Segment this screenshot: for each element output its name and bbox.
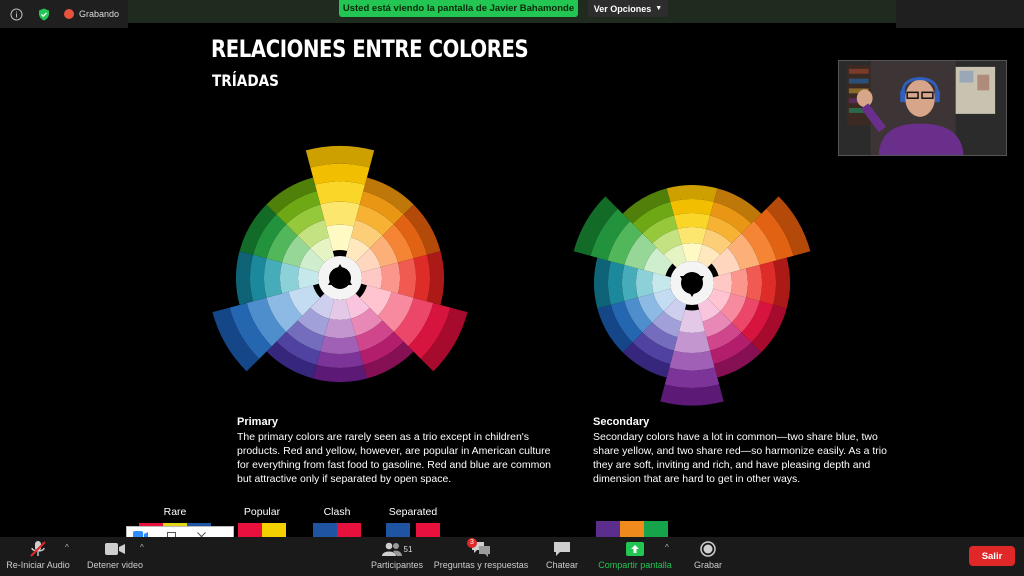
participants-icon bbox=[381, 542, 402, 556]
share-screen-label: Compartir pantalla bbox=[598, 560, 672, 570]
audio-button[interactable]: Re-Iniciar Audio bbox=[6, 540, 70, 570]
record-icon bbox=[700, 540, 716, 558]
wheel-segment bbox=[320, 201, 360, 227]
share-screen-icon bbox=[626, 540, 644, 558]
wheel-segment bbox=[746, 264, 762, 302]
swatch-label: Clash bbox=[323, 506, 351, 518]
video-camera-icon bbox=[105, 540, 125, 558]
record-label: Grabar bbox=[693, 560, 722, 570]
wheel-center-dot bbox=[329, 267, 351, 289]
swatch-secondary bbox=[594, 521, 670, 537]
qa-icon: 3 bbox=[467, 538, 491, 558]
audio-options-caret-icon[interactable]: ^ bbox=[65, 543, 69, 552]
color-chip bbox=[596, 521, 620, 537]
wheel-segment bbox=[664, 367, 720, 388]
record-dot-icon bbox=[64, 9, 74, 19]
participants-label: Participantes bbox=[370, 560, 424, 570]
video-label: Detener video bbox=[86, 560, 144, 570]
meeting-toolbar: Re-Iniciar Audio ^ Detener video ^ 51 Pa… bbox=[0, 537, 1024, 576]
chat-icon bbox=[553, 540, 571, 558]
record-button[interactable]: Grabar bbox=[690, 540, 726, 570]
swatch-popular: Popular bbox=[238, 506, 286, 539]
chat-button[interactable]: Chatear bbox=[543, 540, 581, 570]
wheel-segment bbox=[607, 261, 625, 305]
swatch-separated: Separated bbox=[380, 506, 446, 539]
recording-indicator[interactable]: Grabando bbox=[64, 9, 119, 19]
slide-subtitle: TRÍADAS bbox=[212, 71, 279, 90]
wheel-segment bbox=[279, 262, 300, 294]
audio-label: Re-Iniciar Audio bbox=[6, 560, 70, 570]
chat-label: Chatear bbox=[545, 560, 579, 570]
participant-video bbox=[839, 61, 1006, 155]
video-options-caret-icon[interactable]: ^ bbox=[140, 543, 144, 552]
primary-title: Primary bbox=[237, 416, 278, 428]
color-chip bbox=[644, 521, 668, 537]
video-button[interactable]: Detener video bbox=[84, 540, 146, 570]
wheel-center-dot bbox=[681, 272, 703, 294]
wheel-segment bbox=[759, 261, 777, 305]
wheel-segment bbox=[380, 262, 401, 294]
wheel-segment bbox=[622, 264, 638, 302]
wheel-segment bbox=[324, 318, 356, 339]
swatch-clash: Clash bbox=[313, 506, 361, 539]
wheel-segment bbox=[673, 331, 711, 353]
leave-button[interactable]: Salir bbox=[969, 546, 1015, 566]
qa-badge: 3 bbox=[467, 538, 477, 548]
screen-share-banner: Usted está viendo la pantalla de Javier … bbox=[339, 0, 578, 17]
wheel-segment bbox=[677, 227, 707, 245]
swatch-label: Separated bbox=[388, 506, 438, 518]
share-screen-button[interactable]: Compartir pantalla bbox=[596, 540, 674, 570]
swatch-label: Popular bbox=[243, 506, 281, 518]
wheel-segment bbox=[669, 350, 715, 371]
secondary-triad-wheel bbox=[573, 185, 811, 406]
secondary-title: Secondary bbox=[593, 416, 650, 428]
share-options-caret-icon[interactable]: ^ bbox=[665, 543, 669, 552]
wheel-segment bbox=[320, 335, 360, 354]
wheel-segment bbox=[636, 268, 654, 298]
view-options-label: Ver Opciones bbox=[593, 3, 652, 14]
participants-count: 51 bbox=[403, 544, 413, 554]
muted-mic-icon bbox=[29, 540, 47, 558]
shared-slide: RELACIONES ENTRE COLORES TRÍADAS Primary… bbox=[128, 23, 896, 539]
wheel-segment bbox=[264, 258, 283, 298]
wheel-segment bbox=[730, 268, 748, 298]
swatch-label: Rare bbox=[163, 506, 187, 518]
primary-body: The primary colors are rarely seen as a … bbox=[237, 431, 552, 485]
primary-triad-wheel bbox=[212, 145, 468, 383]
wheel-segment bbox=[315, 181, 365, 205]
view-options-button[interactable]: Ver Opciones ▼ bbox=[588, 0, 668, 17]
qa-button[interactable]: 3 Preguntas y respuestas bbox=[433, 538, 529, 570]
wheel-segment bbox=[673, 213, 711, 229]
slide-title: RELACIONES ENTRE COLORES bbox=[211, 35, 529, 63]
participants-button[interactable]: 51 Participantes bbox=[368, 540, 426, 570]
shield-check-icon[interactable] bbox=[36, 6, 52, 22]
chevron-down-icon: ▼ bbox=[655, 5, 663, 12]
color-chip bbox=[620, 521, 644, 537]
qa-label: Preguntas y respuestas bbox=[433, 560, 529, 570]
primary-caption: Primary The primary colors are rarely se… bbox=[237, 415, 552, 486]
secondary-caption: Secondary Secondary colors have a lot in… bbox=[593, 415, 893, 486]
wheel-segment bbox=[670, 198, 714, 216]
info-icon[interactable] bbox=[8, 6, 24, 22]
secondary-body: Secondary colors have a lot in common—tw… bbox=[593, 431, 887, 485]
recording-label: Grabando bbox=[79, 9, 120, 19]
wheel-segment bbox=[397, 258, 416, 298]
participant-video-tile[interactable] bbox=[838, 60, 1007, 156]
